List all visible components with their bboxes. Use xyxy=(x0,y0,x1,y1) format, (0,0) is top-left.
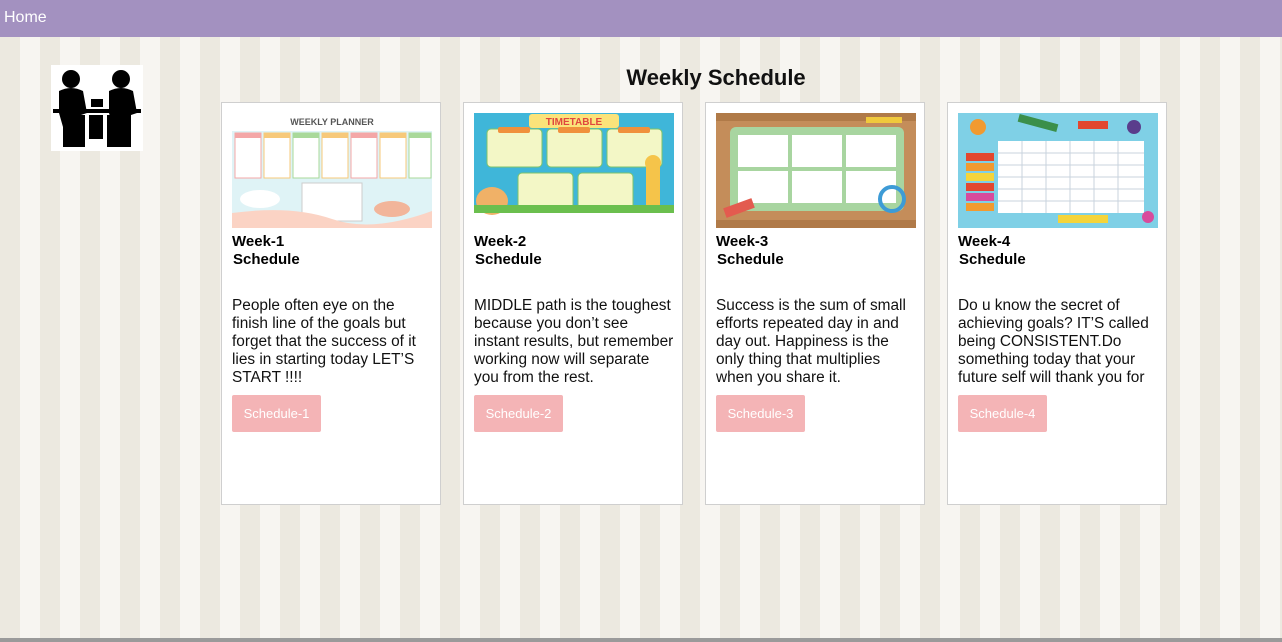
schedule-2-button[interactable]: Schedule-2 xyxy=(474,395,563,432)
image-caption: TIMETABLE xyxy=(546,117,603,128)
schedule-board-image xyxy=(716,113,916,228)
schedule-3-button[interactable]: Schedule-3 xyxy=(716,395,805,432)
card-description: MIDDLE path is the toughest because you … xyxy=(474,297,674,386)
card-title-week: Week-3 xyxy=(716,233,769,250)
card-title-week: Week-4 xyxy=(958,233,1011,250)
card-title: Week-4 Schedule xyxy=(958,233,1158,269)
bottom-divider xyxy=(0,638,1282,642)
card-title: Week-2 Schedule xyxy=(474,233,674,269)
timetable-image: TIMETABLE xyxy=(474,113,674,228)
schedule-card-week-2: TIMETABLE Week-2 Schedule MIDDLE path is… xyxy=(463,102,683,505)
card-description: Do u know the secret of achieving goals?… xyxy=(958,297,1149,386)
people-at-desk-logo-icon xyxy=(51,65,143,151)
school-supplies-timetable-image xyxy=(958,113,1158,228)
card-title: Week-3 Schedule xyxy=(716,233,916,269)
schedule-card-week-3: Week-3 Schedule Success is the sum of sm… xyxy=(705,102,925,505)
page-title: Weekly Schedule xyxy=(626,65,806,90)
top-nav-bar: Home xyxy=(0,0,1282,37)
home-link[interactable]: Home xyxy=(4,9,47,27)
card-title-schedule: Schedule xyxy=(959,251,1026,268)
schedule-card-week-4: Week-4 Schedule Do u know the secret of … xyxy=(947,102,1167,505)
card-description: People often eye on the finish line of t… xyxy=(232,297,416,386)
card-title-week: Week-2 xyxy=(474,233,527,250)
card-title-schedule: Schedule xyxy=(717,251,784,268)
schedule-4-button[interactable]: Schedule-4 xyxy=(958,395,1047,432)
card-title: Week-1 Schedule xyxy=(232,233,432,269)
schedule-1-button[interactable]: Schedule-1 xyxy=(232,395,321,432)
weekly-planner-image: WEEKLY PLANNER xyxy=(232,113,432,228)
card-title-schedule: Schedule xyxy=(475,251,542,268)
schedule-card-week-1: WEEKLY PLANNER Week-1 Schedule People of… xyxy=(221,102,441,505)
card-description: Success is the sum of small efforts repe… xyxy=(716,297,906,386)
card-title-week: Week-1 xyxy=(232,233,285,250)
image-caption: WEEKLY PLANNER xyxy=(290,117,374,127)
card-title-schedule: Schedule xyxy=(233,251,300,268)
